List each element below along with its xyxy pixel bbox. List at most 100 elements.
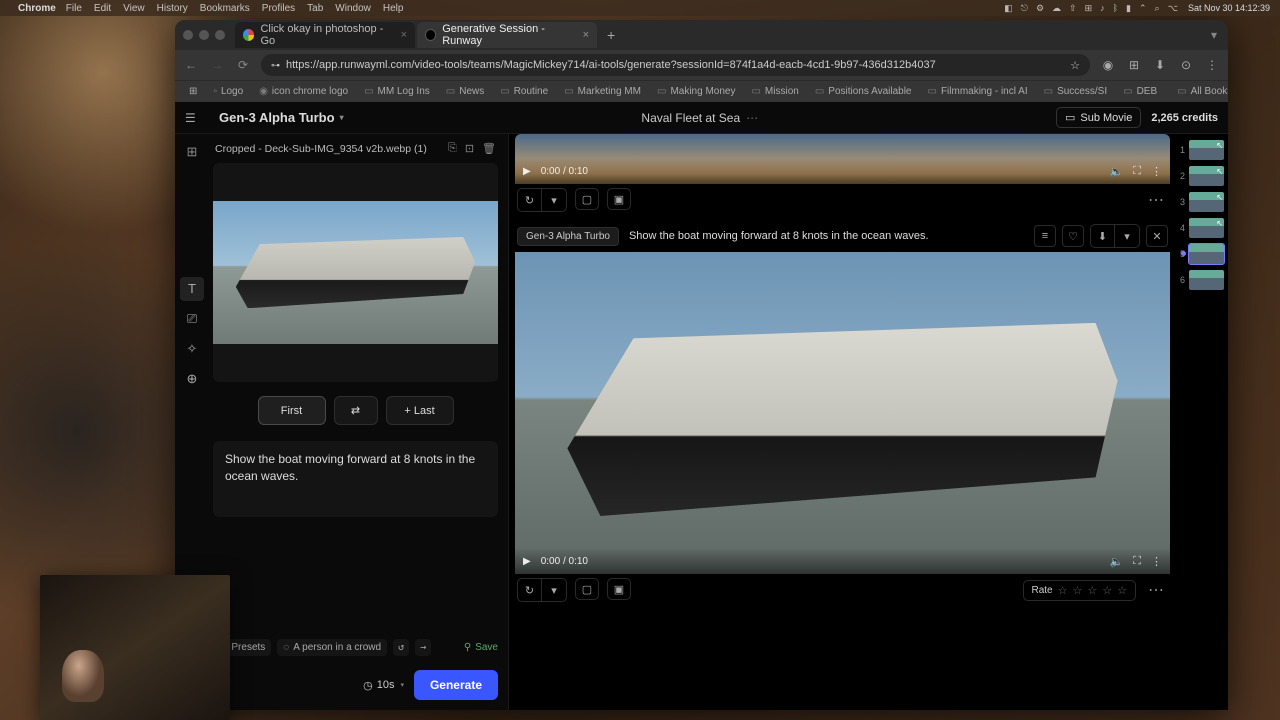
more-icon[interactable]: ⋯ bbox=[746, 111, 758, 125]
session-title[interactable]: Naval Fleet at Sea bbox=[641, 111, 740, 125]
tray-icon[interactable]: ♪ bbox=[1100, 3, 1105, 13]
menu-window[interactable]: Window bbox=[335, 3, 371, 14]
more-icon[interactable]: ⋯ bbox=[1144, 190, 1168, 210]
reload-button[interactable]: ⟳ bbox=[235, 58, 251, 72]
sub-movie-button[interactable]: ▭ Sub Movie bbox=[1056, 107, 1141, 128]
star-bookmark-icon[interactable]: ☆ bbox=[1070, 59, 1080, 72]
bluetooth-icon[interactable]: ᛒ bbox=[1113, 3, 1118, 13]
settings-tool-icon[interactable]: ⊕ bbox=[180, 367, 204, 391]
tab-photoshop-search[interactable]: Click okay in photoshop - Go × bbox=[235, 22, 415, 48]
play-button[interactable]: ▶ bbox=[523, 166, 531, 177]
profile-icon[interactable]: ⊙ bbox=[1178, 58, 1194, 72]
bookmark-item[interactable]: ▭News bbox=[440, 84, 490, 99]
hamburger-icon[interactable]: ☰ bbox=[185, 111, 201, 125]
extension-icon[interactable]: ◉ bbox=[1100, 58, 1116, 72]
back-button[interactable]: ← bbox=[183, 58, 199, 72]
camera-tool-icon[interactable]: ⎚ bbox=[180, 307, 204, 331]
menu-edit[interactable]: Edit bbox=[94, 3, 111, 14]
bookmark-item[interactable]: ◉icon chrome logo bbox=[253, 84, 354, 99]
tray-icon[interactable]: ☁ bbox=[1052, 3, 1061, 14]
bookmark-item[interactable]: ▭MM Log Ins bbox=[358, 84, 436, 99]
regenerate-button[interactable]: ↻ bbox=[518, 189, 542, 211]
menu-history[interactable]: History bbox=[157, 3, 188, 14]
kebab-menu-icon[interactable]: ⋮ bbox=[1204, 58, 1220, 72]
star-icon[interactable]: ☆ bbox=[1102, 584, 1112, 597]
bookmark-item[interactable]: ▭Mission bbox=[745, 84, 804, 99]
menu-file[interactable]: File bbox=[66, 3, 82, 14]
video-icon[interactable]: ▣ bbox=[607, 578, 631, 600]
generation-thumbnail[interactable]: ↖ bbox=[1189, 166, 1224, 186]
menu-help[interactable]: Help bbox=[383, 3, 404, 14]
star-icon[interactable]: ☆ bbox=[1073, 584, 1083, 597]
next-suggestion-button[interactable]: → bbox=[415, 639, 431, 656]
video-player[interactable]: ▶ 0:00 / 0:10 🔈 ⛶ ⋮ bbox=[515, 134, 1170, 184]
bookmark-item[interactable]: ▭Filmmaking - incl AI bbox=[921, 84, 1033, 99]
bookmark-item[interactable]: ▭DEB bbox=[1117, 84, 1163, 99]
star-icon[interactable]: ☆ bbox=[1058, 584, 1068, 597]
menu-bookmarks[interactable]: Bookmarks bbox=[200, 3, 250, 14]
tray-icon[interactable]: ⎋ bbox=[1021, 3, 1028, 14]
swap-frames-button[interactable]: ⇄ bbox=[334, 396, 378, 425]
play-button[interactable]: ▶ bbox=[523, 556, 531, 567]
copy-icon[interactable]: ⎘ bbox=[448, 142, 457, 155]
bookmark-item[interactable]: ▭Positions Available bbox=[809, 84, 918, 99]
expand-icon[interactable]: ▢ bbox=[575, 188, 599, 210]
expand-icon[interactable]: ▢ bbox=[575, 578, 599, 600]
download-dropdown[interactable]: ▾ bbox=[1115, 225, 1139, 247]
kebab-menu-icon[interactable]: ⋮ bbox=[1151, 555, 1162, 568]
tray-icon[interactable]: ⊞ bbox=[1085, 3, 1093, 14]
brush-tool-icon[interactable]: ✧ bbox=[180, 337, 204, 361]
rate-widget[interactable]: Rate ☆ ☆ ☆ ☆ ☆ bbox=[1023, 580, 1137, 601]
menu-view[interactable]: View bbox=[123, 3, 145, 14]
menubar-app-name[interactable]: Chrome bbox=[18, 3, 56, 14]
tray-icon[interactable]: ◧ bbox=[1004, 3, 1013, 14]
generation-thumbnail[interactable] bbox=[1189, 244, 1224, 264]
volume-icon[interactable]: 🔈 bbox=[1110, 165, 1124, 178]
more-icon[interactable]: ⋯ bbox=[1144, 580, 1168, 600]
input-image-preview[interactable] bbox=[213, 163, 498, 382]
heart-icon[interactable]: ♡ bbox=[1062, 225, 1084, 247]
save-prompt-button[interactable]: ⚲Save bbox=[464, 642, 498, 653]
model-selector[interactable]: Gen-3 Alpha Turbo bbox=[219, 110, 344, 125]
volume-icon[interactable]: 🔈 bbox=[1110, 555, 1124, 568]
all-bookmarks-button[interactable]: ▭All Bookmarks bbox=[1171, 84, 1228, 99]
grid-icon[interactable]: ⊞ bbox=[180, 140, 204, 164]
site-settings-icon[interactable]: ⊶ bbox=[271, 60, 280, 71]
tray-icon[interactable]: ⇧ bbox=[1069, 3, 1077, 14]
duration-selector[interactable]: ◷10s bbox=[363, 679, 404, 692]
tray-icon[interactable]: ⚙ bbox=[1036, 3, 1044, 14]
bookmark-item[interactable]: ▭Routine bbox=[494, 84, 554, 99]
search-icon[interactable]: ⌕ bbox=[1155, 3, 1160, 14]
credits-display[interactable]: 2,265 credits bbox=[1151, 112, 1218, 124]
generation-thumbnail[interactable]: ↖ bbox=[1189, 192, 1224, 212]
bookmark-item[interactable]: ▭Making Money bbox=[651, 84, 741, 99]
star-icon[interactable]: ☆ bbox=[1117, 584, 1127, 597]
window-traffic-lights[interactable] bbox=[183, 30, 225, 40]
control-center-icon[interactable]: ⌥ bbox=[1168, 3, 1178, 14]
shuffle-button[interactable]: ↺ bbox=[393, 639, 409, 656]
regenerate-dropdown[interactable]: ▾ bbox=[542, 189, 566, 211]
generate-button[interactable]: Generate bbox=[414, 670, 498, 700]
close-icon[interactable]: × bbox=[401, 29, 407, 41]
fullscreen-icon[interactable]: ⛶ bbox=[1133, 165, 1141, 178]
generation-thumbnail[interactable]: ↖ bbox=[1189, 140, 1224, 160]
battery-icon[interactable]: ▮ bbox=[1126, 3, 1131, 14]
chevron-down-icon[interactable]: ▾ bbox=[1206, 28, 1222, 42]
close-icon[interactable]: × bbox=[583, 29, 589, 41]
generation-thumbnail[interactable]: ↖ bbox=[1189, 218, 1224, 238]
download-button[interactable]: ⬇ bbox=[1091, 225, 1115, 247]
bookmark-item[interactable]: ▭Marketing MM bbox=[558, 84, 647, 99]
first-frame-button[interactable]: First bbox=[258, 396, 326, 425]
list-icon[interactable]: ≡ bbox=[1034, 225, 1056, 247]
prompt-input[interactable]: Show the boat moving forward at 8 knots … bbox=[213, 441, 498, 517]
fullscreen-icon[interactable]: ⛶ bbox=[1133, 555, 1141, 568]
new-tab-button[interactable]: + bbox=[599, 27, 623, 43]
apps-icon[interactable]: ⊞ bbox=[183, 84, 203, 99]
extensions-icon[interactable]: ⊞ bbox=[1126, 58, 1142, 72]
regenerate-button[interactable]: ↻ bbox=[518, 579, 542, 601]
download-icon[interactable]: ⬇ bbox=[1152, 58, 1168, 72]
generation-thumbnail[interactable] bbox=[1189, 270, 1224, 290]
menu-tab[interactable]: Tab bbox=[307, 3, 323, 14]
last-frame-button[interactable]: + Last bbox=[386, 396, 454, 425]
text-tool[interactable]: T bbox=[180, 277, 204, 301]
